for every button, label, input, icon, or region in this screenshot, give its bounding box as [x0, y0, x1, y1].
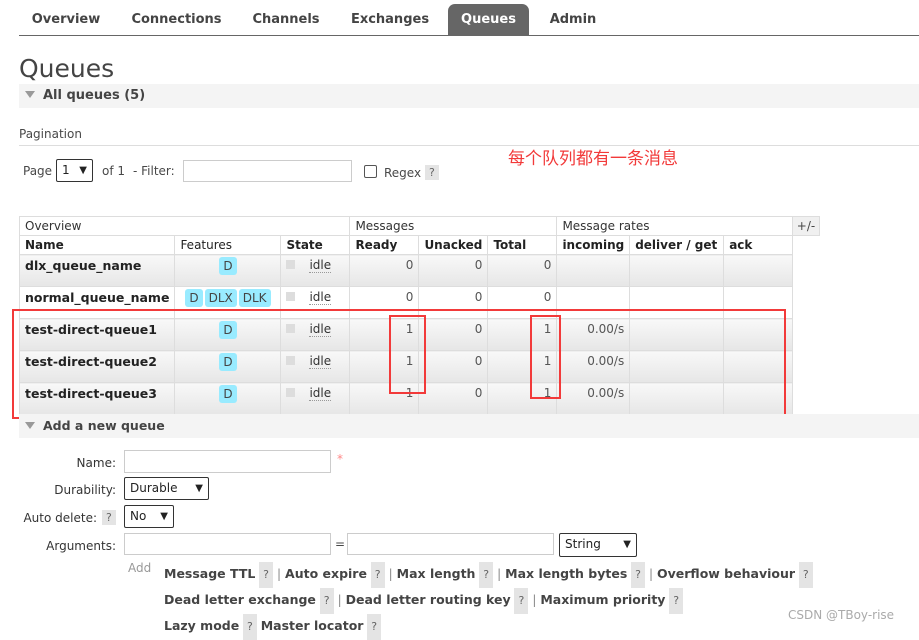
collapse-triangle-icon	[25, 422, 35, 429]
all-queues-toggle[interactable]: All queues (5)	[19, 84, 919, 108]
tab-connections[interactable]: Connections	[119, 4, 234, 35]
durability-label: Durability:	[54, 483, 116, 497]
column-header-features[interactable]: Features	[174, 235, 282, 255]
argument-shortcut-link[interactable]: Max length	[397, 566, 476, 581]
feature-badge: DLX	[204, 289, 237, 307]
column-header-ack[interactable]: ack	[723, 235, 794, 255]
group-messages: Messages	[349, 216, 558, 236]
argument-help-button[interactable]: ?	[514, 588, 529, 614]
group-overview: Overview	[18, 216, 351, 236]
feature-badge: D	[219, 257, 237, 275]
nav-tabs: Overview Connections Channels Exchanges …	[19, 0, 919, 36]
page-label: Page	[23, 164, 53, 178]
auto-delete-help-button[interactable]: ?	[102, 510, 116, 525]
group-message-rates: Message rates	[556, 216, 794, 236]
auto-delete-label: Auto delete:	[23, 511, 97, 525]
tab-overview[interactable]: Overview	[19, 4, 113, 35]
required-marker: *	[337, 452, 343, 466]
table-row: dlx_queue_name D idle 0 0 0	[18, 254, 794, 287]
filter-input[interactable]	[183, 160, 352, 182]
argument-shortcut-link[interactable]: Master locator	[261, 618, 364, 633]
queue-name-link[interactable]: normal_queue_name	[25, 290, 169, 305]
argument-shortcut-link[interactable]: Lazy mode	[164, 618, 239, 633]
name-label: Name:	[76, 456, 116, 470]
auto-delete-select[interactable]: No ▼	[124, 505, 174, 528]
argument-key-input[interactable]	[124, 533, 331, 555]
pagination-label: Pagination	[19, 127, 919, 146]
durability-select[interactable]: Durable ▼	[124, 477, 209, 500]
argument-shortcut-link[interactable]: Maximum priority	[540, 592, 665, 607]
add-label: Add	[128, 561, 152, 575]
argument-shortcut-link[interactable]: Overflow behaviour	[657, 566, 795, 581]
argument-help-button[interactable]: ?	[669, 588, 684, 614]
argument-shortcut-link[interactable]: Auto expire	[285, 566, 367, 581]
ack-rate	[723, 254, 794, 287]
collapse-triangle-icon	[25, 91, 35, 98]
argument-shortcuts: Message TTL ? | Auto expire ? | Max length ?…	[164, 562, 813, 640]
queue-name-link[interactable]: dlx_queue_name	[25, 258, 141, 273]
column-header-total[interactable]: Total	[487, 235, 558, 255]
queue-name-input[interactable]	[124, 450, 331, 473]
argument-value-input[interactable]	[347, 533, 554, 555]
annotation-box-total	[530, 315, 561, 399]
columns-toggle-button[interactable]: +/-	[792, 216, 820, 236]
feature-badge: D	[185, 289, 203, 307]
tab-exchanges[interactable]: Exchanges	[339, 4, 441, 35]
column-header-name[interactable]: Name	[18, 235, 176, 255]
argument-shortcut-link[interactable]: Dead letter routing key	[346, 592, 511, 607]
argument-shortcut-link[interactable]: Dead letter exchange	[164, 592, 316, 607]
ready-count: 0	[349, 254, 420, 287]
argument-help-button[interactable]: ?	[259, 562, 273, 588]
argument-help-button[interactable]: ?	[631, 562, 645, 588]
regex-label: Regex	[384, 166, 422, 180]
column-header-state[interactable]: State	[280, 235, 351, 255]
column-header-unacked[interactable]: Unacked	[418, 235, 489, 255]
arguments-label: Arguments:	[46, 539, 116, 553]
page-select[interactable]: 1 ▼	[56, 159, 93, 182]
argument-help-button[interactable]: ?	[367, 614, 382, 640]
equals-sign: =	[335, 537, 346, 551]
unacked-count: 0	[418, 254, 489, 287]
queue-state: idle	[309, 258, 332, 273]
tab-queues[interactable]: Queues	[448, 4, 529, 35]
annotation-box-ready	[389, 315, 426, 394]
chevron-down-icon: ▼	[79, 165, 87, 176]
tab-admin[interactable]: Admin	[539, 4, 607, 35]
argument-help-button[interactable]: ?	[798, 562, 813, 588]
feature-badge: DLK	[238, 289, 271, 307]
chevron-down-icon: ▼	[160, 511, 168, 522]
regex-checkbox[interactable]	[364, 165, 377, 178]
watermark: CSDN @TBoy-rise	[788, 608, 895, 622]
filter-label: - Filter:	[133, 164, 175, 178]
column-header-deliver-get[interactable]: deliver / get	[629, 235, 725, 255]
argument-type-select[interactable]: String ▼	[559, 533, 637, 557]
argument-help-button[interactable]: ?	[319, 588, 334, 614]
queue-state: idle	[309, 290, 332, 305]
regex-help-button[interactable]: ?	[425, 165, 439, 180]
page-count: of 1	[102, 164, 126, 178]
argument-shortcut-link[interactable]: Message TTL	[164, 566, 255, 581]
argument-shortcut-link[interactable]: Max length bytes	[505, 566, 627, 581]
add-queue-title: Add a new queue	[43, 418, 165, 433]
state-indicator-icon	[286, 292, 296, 301]
deliver-get-rate	[629, 254, 725, 287]
column-header-ready[interactable]: Ready	[349, 235, 420, 255]
page-title: Queues	[19, 54, 115, 83]
argument-help-button[interactable]: ?	[370, 562, 385, 588]
all-queues-label: All queues (5)	[43, 88, 146, 103]
incoming-rate	[556, 254, 631, 287]
argument-help-button[interactable]: ?	[479, 562, 494, 588]
total-count: 0	[487, 254, 558, 287]
add-queue-toggle[interactable]: Add a new queue	[19, 414, 919, 438]
argument-help-button[interactable]: ?	[243, 614, 257, 640]
chevron-down-icon: ▼	[195, 483, 203, 494]
state-indicator-icon	[286, 260, 296, 269]
column-header-incoming[interactable]: incoming	[556, 235, 631, 255]
annotation-text: 每个队列都有一条消息	[508, 149, 678, 169]
chevron-down-icon: ▼	[623, 539, 631, 550]
tab-channels[interactable]: Channels	[241, 4, 331, 35]
